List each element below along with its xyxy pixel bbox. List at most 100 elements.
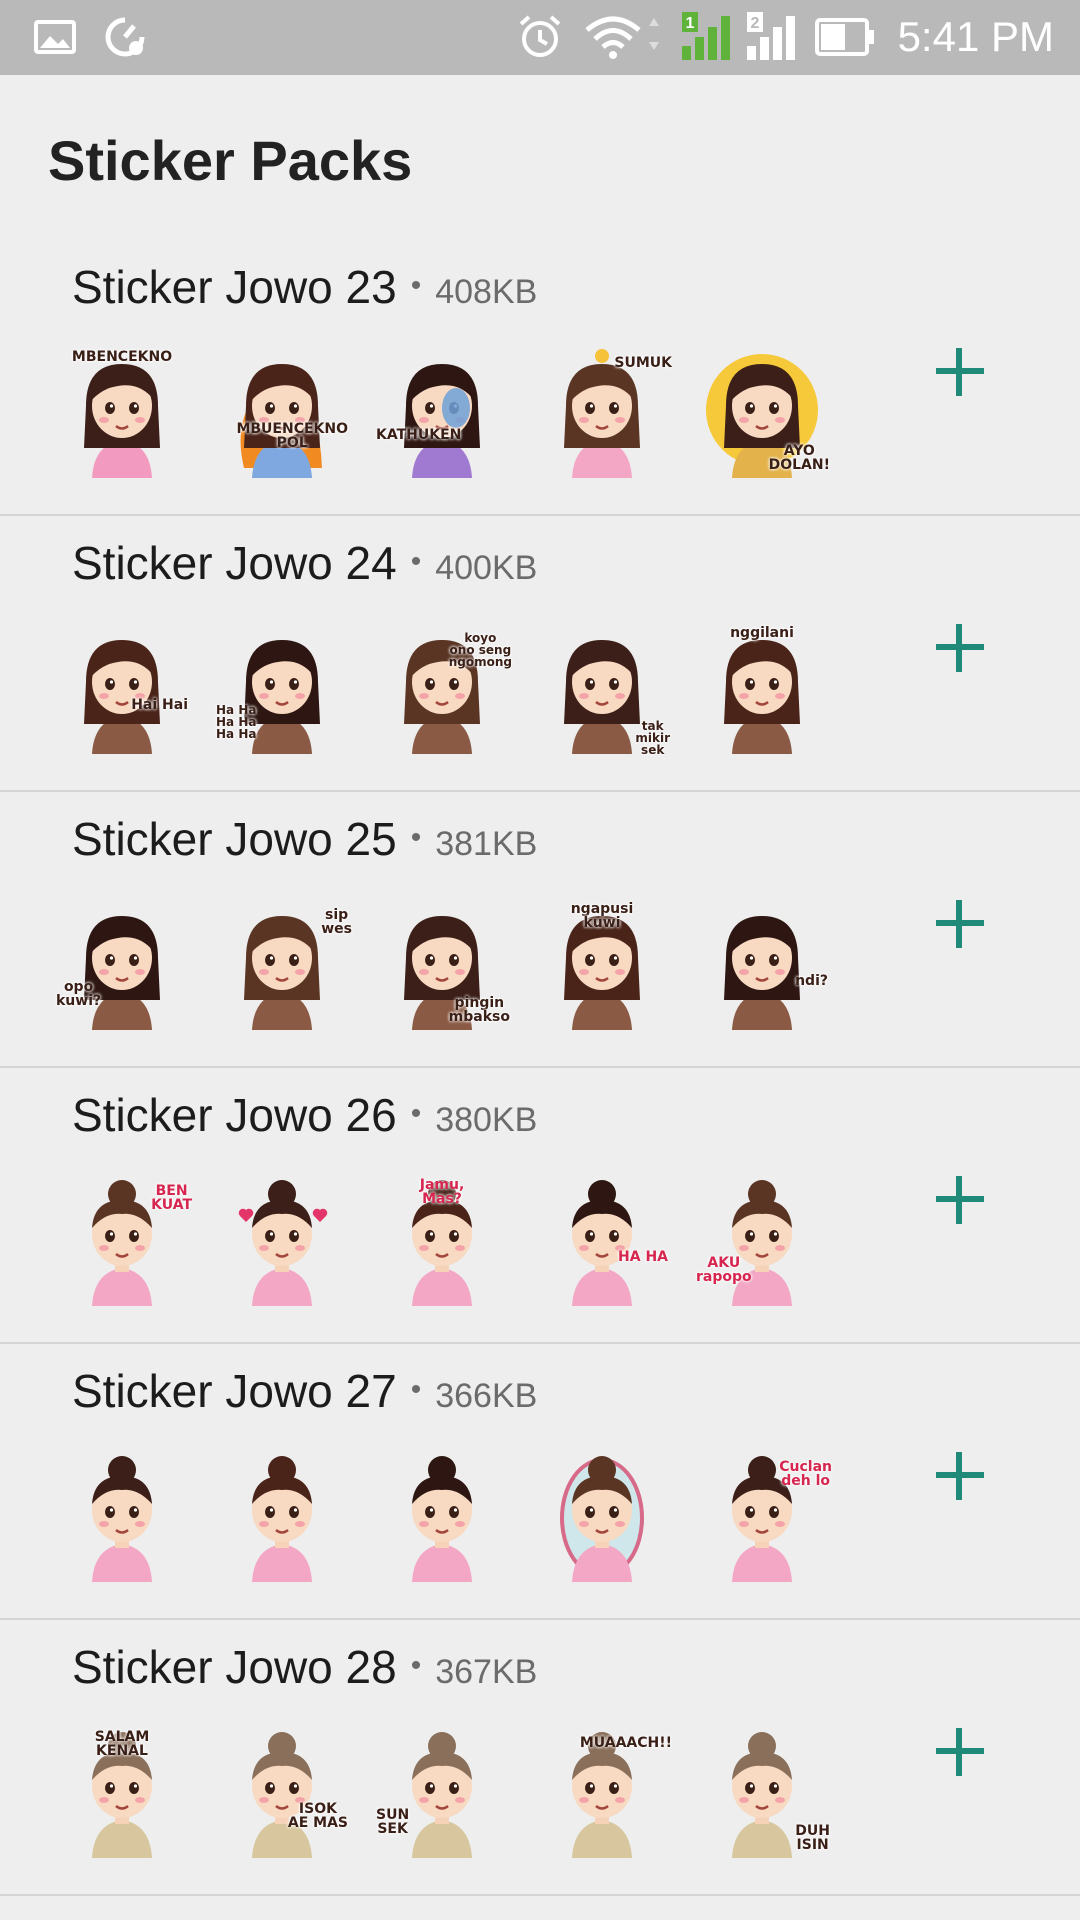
surprised-girl-sticker: nggilani <box>702 624 822 754</box>
sticker-caption: Ha Ha Ha Ha Ha Ha <box>216 703 257 741</box>
sticker-pack-row[interactable]: Sticker Jowo 28 • 367KB SALAM KENAL ISOK … <box>0 1620 1080 1896</box>
strong-woman-sticker: BEN KUAT <box>62 1176 192 1306</box>
sticker-caption: HA HA <box>618 1249 668 1265</box>
laughing-woman-sticker: HA HA <box>542 1176 668 1306</box>
sticker-caption: SUN SEK <box>376 1807 410 1837</box>
pack-name: Sticker Jowo 25 <box>72 813 397 865</box>
pack-size: 400KB <box>435 549 538 587</box>
pack-name: Sticker Jowo 23 <box>72 261 397 313</box>
wondering-woman-sticker <box>382 1452 502 1582</box>
sticker-caption: sip wes <box>321 907 352 937</box>
plus-icon <box>936 900 984 948</box>
plus-icon <box>936 348 984 396</box>
pack-name: Sticker Jowo 24 <box>72 537 397 589</box>
excited-woman-sticker <box>222 1452 342 1582</box>
sticker-caption: Cuclan deh lo <box>779 1459 832 1489</box>
winking-girl-sticker: sip wes <box>222 900 352 1030</box>
wifi-icon <box>585 16 659 59</box>
pointing-girl-sticker: AYO DOLAN! <box>702 348 830 478</box>
sticker-caption: KATHUKEN <box>376 427 462 443</box>
alarm-icon <box>519 15 561 57</box>
pack-header: Sticker Jowo 25 • 381KB <box>72 812 537 872</box>
sticker-preview-strip: Hai Hai Ha Ha Ha Ha Ha Ha koyo ono seng ng… <box>62 624 862 756</box>
sticker-pack-list: Sticker Jowo 23 • 408KB MBENCEKNO MBUENCE… <box>0 240 1080 1896</box>
sticker-pack-row[interactable]: Sticker Jowo 23 • 408KB MBENCEKNO MBUENCE… <box>0 240 1080 516</box>
flexing-woman-sticker <box>62 1452 182 1582</box>
hot-weather-girl-sticker: SUMUK <box>542 348 672 478</box>
pack-separator-dot: • <box>410 545 422 578</box>
add-pack-button[interactable] <box>930 894 990 954</box>
sticker-caption: nggilani <box>730 625 794 641</box>
cheeky-grandma-sticker: ISOK AE MAS <box>222 1728 348 1858</box>
pack-size: 380KB <box>435 1101 538 1139</box>
battery-icon <box>815 18 874 56</box>
pack-size: 381KB <box>435 825 538 863</box>
blowing-kiss-grandma-sticker: MUAAACH!! <box>542 1728 672 1858</box>
annoyed-girl-sticker: MBENCEKNO <box>62 348 182 478</box>
pack-size: 367KB <box>435 1653 538 1691</box>
pack-header: Sticker Jowo 28 • 367KB <box>72 1640 537 1700</box>
sticker-caption: ndi? <box>795 973 828 989</box>
signal-sim1-icon: 1 <box>682 12 730 60</box>
sticker-preview-strip: Cuclan deh lo <box>62 1452 862 1582</box>
pack-separator-dot: • <box>410 1097 422 1130</box>
pack-name: Sticker Jowo 26 <box>72 1089 397 1141</box>
sticker-caption: Hai Hai <box>131 697 188 713</box>
confused-girl-sticker: ndi? <box>702 900 828 1030</box>
sticker-caption: DUH ISIN <box>795 1823 830 1853</box>
sticker-caption: Jamu, Mas? <box>419 1177 465 1207</box>
add-pack-button[interactable] <box>930 618 990 678</box>
pack-header: Sticker Jowo 26 • 380KB <box>72 1088 537 1148</box>
pack-header: Sticker Jowo 24 • 400KB <box>72 536 537 596</box>
pack-size: 408KB <box>435 273 538 311</box>
pack-size: 366KB <box>435 1377 538 1415</box>
waving-girl-sticker: Hai Hai <box>62 624 188 754</box>
signal-sim2-icon: 2 <box>747 12 795 60</box>
add-pack-button[interactable] <box>930 342 990 402</box>
sticker-preview-strip: BEN KUAT Jamu, Mas? HA HA AKU rapopo <box>62 1176 862 1306</box>
sad-woman-sticker: Cuclan deh lo <box>702 1452 832 1582</box>
sticker-caption: AKU rapopo <box>696 1255 752 1285</box>
facepalm-girl-sticker: tak mikir sek <box>542 624 670 756</box>
sticker-preview-strip: opo kuwi? sip wes pingin mbakso ngapusi kuw… <box>56 900 862 1030</box>
add-pack-button[interactable] <box>930 1170 990 1230</box>
kissing-grandma-sticker: SUN SEK <box>376 1728 502 1858</box>
sticker-caption: AYO DOLAN! <box>768 443 830 473</box>
sticker-pack-row[interactable]: Sticker Jowo 27 • 366KB Cuclan deh lo <box>0 1344 1080 1620</box>
sticker-caption: ngapusi kuwi <box>570 901 634 931</box>
pack-separator-dot: • <box>410 1649 422 1682</box>
add-pack-button[interactable] <box>930 1446 990 1506</box>
sticker-pack-row[interactable]: Sticker Jowo 26 • 380KB BEN KUAT Jamu, Ma… <box>0 1068 1080 1344</box>
love-woman-sticker <box>222 1176 342 1306</box>
sync-settings-icon <box>105 17 145 57</box>
lying-girl-sticker: ngapusi kuwi <box>542 900 662 1030</box>
sticker-caption: MBUENCEKNO POL <box>236 421 348 451</box>
page-title: Sticker Packs <box>48 129 413 192</box>
plus-icon <box>936 624 984 672</box>
sticker-preview-strip: MBENCEKNO MBUENCEKNO POL KATHUKEN SUMUK AYO … <box>62 348 862 478</box>
gasping-girl-sticker: opo kuwi? <box>56 900 182 1030</box>
pack-header: Sticker Jowo 23 • 408KB <box>72 260 537 320</box>
sticker-preview-strip: SALAM KENAL ISOK AE MAS SUN SEK MUAAACH!! DU… <box>62 1728 862 1858</box>
herbal-woman-sticker: Jamu, Mas? <box>382 1176 502 1306</box>
sticker-caption: koyo ono seng ngomong <box>448 631 512 669</box>
pack-separator-dot: • <box>410 1373 422 1406</box>
gallery-icon <box>34 20 76 54</box>
plus-icon <box>936 1452 984 1500</box>
pack-separator-dot: • <box>410 269 422 302</box>
sticker-caption: tak mikir sek <box>635 719 670 757</box>
sticker-pack-row[interactable]: Sticker Jowo 24 • 400KB Hai Hai Ha Ha Ha … <box>0 516 1080 792</box>
pack-header: Sticker Jowo 27 • 366KB <box>72 1364 537 1424</box>
plus-icon <box>936 1728 984 1776</box>
thinking-girl-sticker: koyo ono seng ngomong <box>382 624 512 754</box>
pack-name: Sticker Jowo 28 <box>72 1641 397 1693</box>
status-time: 5:41 PM <box>897 13 1054 60</box>
greeting-grandma-sticker: SALAM KENAL <box>62 1728 182 1858</box>
sticker-pack-row[interactable]: Sticker Jowo 25 • 381KB opo kuwi? sip wes… <box>0 792 1080 1068</box>
hungry-girl-sticker: pingin mbakso <box>382 900 510 1030</box>
sticker-caption: SALAM KENAL <box>94 1729 150 1759</box>
mirror-woman-sticker <box>542 1452 662 1582</box>
status-bar: 1 2 5:41 PM <box>0 0 1080 75</box>
add-pack-button[interactable] <box>930 1722 990 1782</box>
sticker-caption: opo kuwi? <box>56 979 102 1009</box>
